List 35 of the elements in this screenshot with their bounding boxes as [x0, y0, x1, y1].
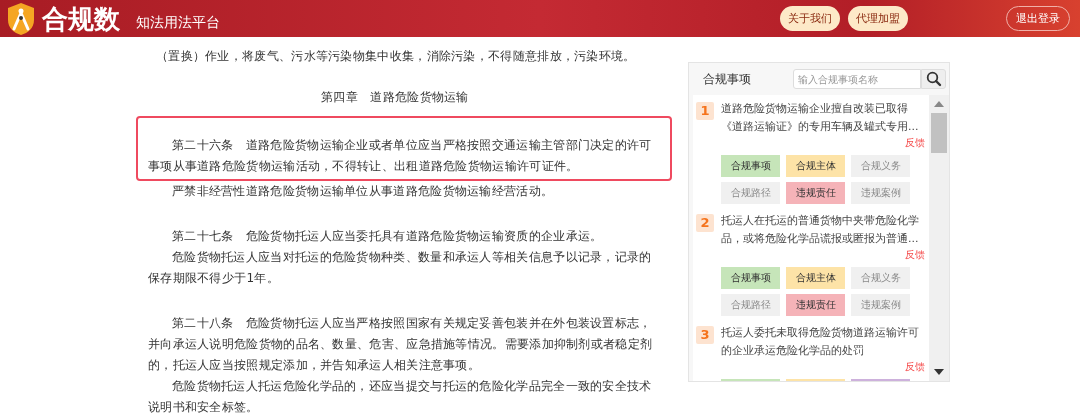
- platform-subtitle: 知法用法平台: [136, 13, 220, 32]
- item-title[interactable]: 托运人委托未取得危险货物道路运输许可的企业承运危险化学品的处罚: [721, 324, 927, 360]
- feedback-link[interactable]: 反馈: [905, 360, 927, 374]
- panel-title: 合规事项: [703, 70, 751, 88]
- scrollbar-thumb[interactable]: [931, 113, 947, 153]
- paragraph: 第二十八条 危险货物托运人应当严格按照国家有关规定妥善包装并在外包装设置标志，并向承运人说明危险货物的品名、数量、危害、应急措施等情况。需要添加抑制剂或者稳定剂的，托运人应当按照规定添加，并告知承运人相关注意事项。: [148, 315, 654, 374]
- category-tag[interactable]: 合规事项: [721, 267, 780, 289]
- scrollbar[interactable]: [929, 95, 949, 381]
- category-tag[interactable]: 合规主体: [786, 155, 845, 177]
- nav-button[interactable]: 代理加盟: [848, 6, 908, 31]
- paragraph: 严禁非经营性道路危险货物运输单位从事道路危险货物运输经营活动。: [171, 183, 555, 200]
- item-number: 3: [696, 326, 714, 344]
- paragraph: 第二十七条 危险货物托运人应当委托具有道路危险货物运输资质的企业承运。: [171, 228, 604, 245]
- item-number: 1: [696, 102, 714, 120]
- item-title[interactable]: 托运人在托运的普通货物中夹带危险化学品，或将危险化学品谎报或匿报为普通...: [721, 212, 927, 248]
- category-tag[interactable]: 违规责任: [786, 294, 845, 316]
- paragraph: 危险货物托运人应当对托运的危险货物种类、数量和承运人等相关信息予以记录，记录的保存期限不得少于1年。: [148, 249, 653, 287]
- highlighted-paragraph: 第二十六条 道路危险货物运输企业或者单位应当严格按照交通运输主管部门决定的许可事项从事道路危险货物运输活动，不得转让、出租道路危险货物运输许可证件。: [136, 116, 672, 181]
- category-tag[interactable]: 合规事项: [721, 155, 780, 177]
- item-title[interactable]: 道路危险货物运输企业擅自改装已取得《道路运输证》的专用车辆及罐式专用...: [721, 100, 927, 136]
- category-tag[interactable]: 合规主体: [786, 267, 845, 289]
- item-number: 2: [696, 214, 714, 232]
- paragraph: 危险货物托运人托运危险化学品的，还应当提交与托运的危险化学品完全一致的安全技术说明书和安全标签。: [148, 378, 653, 416]
- feedback-link[interactable]: 反馈: [905, 136, 927, 150]
- category-tag[interactable]: 违规责任: [786, 182, 845, 204]
- brand-name: 合规数: [42, 3, 120, 34]
- nav-button[interactable]: 关于我们: [780, 6, 840, 31]
- chapter-heading: 第四章 道路危险货物运输: [320, 89, 470, 106]
- scroll-down-icon[interactable]: [934, 369, 944, 375]
- paragraph: （置换）作业，将废气、污水等污染物集中收集，消除污染，不得随意排放，污染环境。: [155, 48, 637, 65]
- search-button[interactable]: [921, 69, 946, 89]
- feedback-link[interactable]: 反馈: [905, 248, 927, 262]
- shield-logo-icon: [6, 1, 36, 36]
- search-field[interactable]: 输入合规事项名称: [793, 69, 921, 89]
- scroll-up-icon[interactable]: [934, 101, 944, 107]
